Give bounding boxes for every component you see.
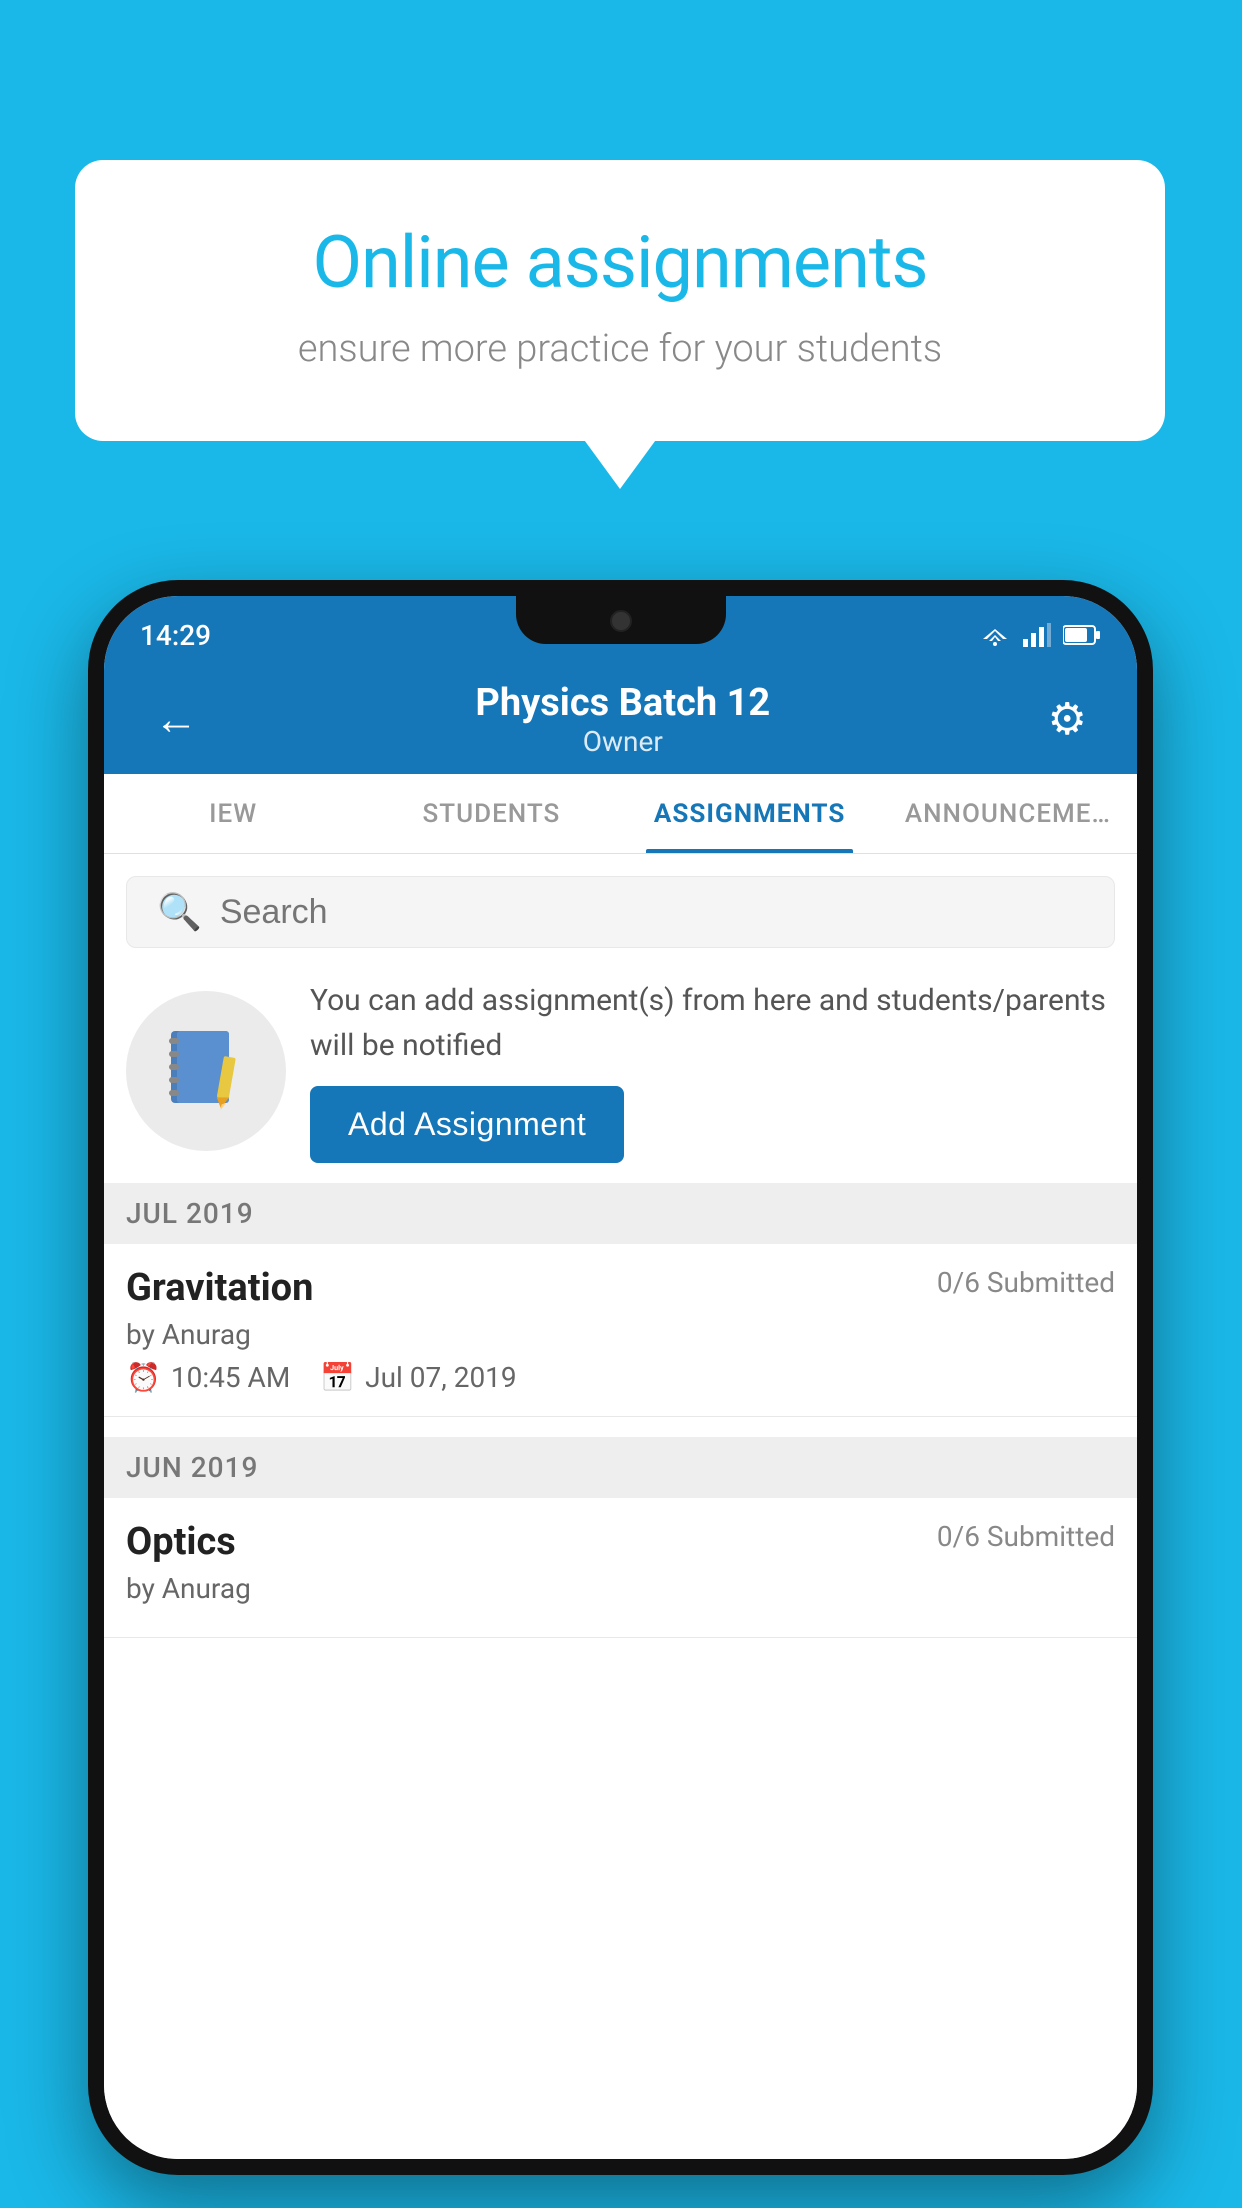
speech-bubble: Online assignments ensure more practice … (75, 160, 1165, 441)
phone-notch (516, 596, 726, 644)
promo-text-block: You can add assignment(s) from here and … (310, 978, 1115, 1163)
back-button[interactable]: ← (144, 683, 208, 755)
status-icons (979, 623, 1101, 647)
tab-bar: IEW STUDENTS ASSIGNMENTS ANNOUNCEME… (104, 774, 1137, 854)
assignment-item-gravitation[interactable]: Gravitation 0/6 Submitted by Anurag ⏰ 10… (104, 1244, 1137, 1417)
battery-icon (1063, 624, 1101, 646)
tab-announcements[interactable]: ANNOUNCEME… (879, 774, 1137, 853)
calendar-icon: 📅 (320, 1361, 355, 1394)
assignment-name-gravitation: Gravitation (126, 1266, 313, 1310)
assignment-time-value: 10:45 AM (171, 1361, 290, 1394)
search-bar[interactable]: 🔍 (126, 876, 1115, 948)
assignment-row1: Gravitation 0/6 Submitted (126, 1266, 1115, 1310)
assignment-row1-optics: Optics 0/6 Submitted (126, 1520, 1115, 1564)
assignment-submitted-gravitation: 0/6 Submitted (937, 1266, 1115, 1299)
assignment-author-gravitation: by Anurag (126, 1318, 1115, 1351)
assignment-date-gravitation: 📅 Jul 07, 2019 (320, 1361, 516, 1394)
app-bar-title-block: Physics Batch 12 Owner (475, 681, 770, 758)
batch-subtitle: Owner (475, 725, 770, 758)
status-time: 14:29 (140, 619, 211, 652)
assignment-meta-gravitation: ⏰ 10:45 AM 📅 Jul 07, 2019 (126, 1361, 1115, 1394)
tab-students[interactable]: STUDENTS (362, 774, 620, 853)
speech-bubble-title: Online assignments (145, 220, 1095, 305)
phone-camera (610, 610, 632, 632)
promo-description: You can add assignment(s) from here and … (310, 978, 1115, 1068)
search-icon: 🔍 (157, 891, 202, 933)
assignment-time-gravitation: ⏰ 10:45 AM (126, 1361, 290, 1394)
tab-assignments[interactable]: ASSIGNMENTS (621, 774, 879, 853)
search-input[interactable] (220, 893, 1084, 932)
assignment-submitted-optics: 0/6 Submitted (937, 1520, 1115, 1553)
screen-content: 🔍 (104, 854, 1137, 2159)
assignment-author-optics: by Anurag (126, 1572, 1115, 1605)
section-jun-2019: JUN 2019 (104, 1437, 1137, 1498)
assignment-date-value: Jul 07, 2019 (365, 1361, 517, 1394)
notebook-icon (161, 1026, 251, 1116)
wifi-icon (979, 623, 1011, 647)
assignment-name-optics: Optics (126, 1520, 236, 1564)
speech-bubble-container: Online assignments ensure more practice … (75, 160, 1165, 441)
promo-icon (126, 991, 286, 1151)
speech-bubble-subtitle: ensure more practice for your students (145, 327, 1095, 371)
section-jul-label: JUL 2019 (126, 1197, 254, 1230)
section-jul-2019: JUL 2019 (104, 1183, 1137, 1244)
promo-section: You can add assignment(s) from here and … (126, 978, 1115, 1163)
app-bar: ← Physics Batch 12 Owner ⚙ (104, 664, 1137, 774)
batch-title: Physics Batch 12 (475, 681, 770, 725)
signal-icon (1023, 623, 1051, 647)
clock-icon: ⏰ (126, 1361, 161, 1394)
settings-icon[interactable]: ⚙ (1038, 683, 1097, 755)
section-jun-label: JUN 2019 (126, 1451, 258, 1484)
phone-frame: 14:29 (88, 580, 1153, 2175)
assignment-item-optics[interactable]: Optics 0/6 Submitted by Anurag (104, 1498, 1137, 1638)
phone-screen: 14:29 (104, 596, 1137, 2159)
tab-iew[interactable]: IEW (104, 774, 362, 853)
add-assignment-button[interactable]: Add Assignment (310, 1086, 624, 1163)
